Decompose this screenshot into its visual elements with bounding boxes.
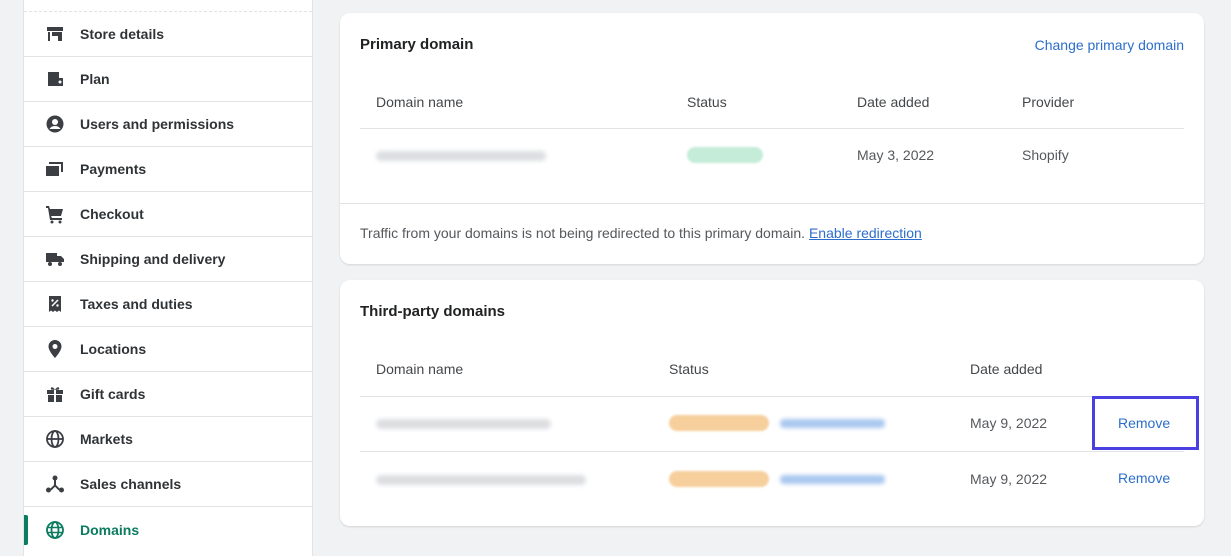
status-badge [669, 415, 769, 431]
user-icon [44, 113, 66, 135]
card-section-divider [340, 203, 1204, 204]
globe-icon [44, 428, 66, 450]
column-header-status: Status [669, 361, 709, 377]
card-title: Primary domain [360, 36, 474, 53]
sidebar-item-store-details[interactable]: Store details [24, 12, 313, 57]
cart-icon [44, 203, 66, 225]
truck-icon [44, 248, 66, 270]
sidebar-item-gift-cards[interactable]: Gift cards [24, 372, 313, 417]
sidebar-item-label: Locations [80, 341, 147, 357]
sidebar-item-label: Gift cards [80, 386, 146, 402]
column-header-date: Date added [857, 94, 930, 110]
sidebar-item-payments[interactable]: Payments [24, 147, 313, 192]
enable-redirection-link[interactable]: Enable redirection [809, 225, 922, 241]
sidebar-top-divider [24, 0, 312, 12]
sidebar-item-users[interactable]: Users and permissions [24, 102, 313, 147]
sidebar-item-plan[interactable]: Plan [24, 57, 313, 102]
sidebar-item-markets[interactable]: Markets [24, 417, 313, 462]
domain-name-redacted [376, 419, 551, 429]
sidebar-item-domains[interactable]: Domains [24, 507, 313, 552]
sidebar-item-taxes[interactable]: Taxes and duties [24, 282, 313, 327]
domain-name-redacted [376, 475, 586, 485]
sidebar-item-label: Payments [80, 161, 147, 177]
active-indicator [24, 515, 28, 545]
column-header-domain: Domain name [376, 94, 464, 110]
tax-icon [44, 293, 66, 315]
third-party-domains-card: Third-party domains Domain name Status D… [340, 280, 1204, 526]
sidebar-item-label: Users and permissions [80, 116, 235, 132]
sidebar-item-checkout[interactable]: Checkout [24, 192, 313, 237]
sidebar-item-label: Sales channels [80, 476, 182, 492]
table-divider [360, 128, 1184, 129]
sidebar-item-label: Domains [80, 521, 140, 538]
location-pin-icon [44, 338, 66, 360]
channels-icon [44, 473, 66, 495]
card-title: Third-party domains [360, 303, 506, 320]
redirection-notice: Traffic from your domains is not being r… [360, 225, 922, 241]
provider: Shopify [1022, 147, 1069, 163]
remove-button[interactable]: Remove [1118, 470, 1170, 486]
settings-sidebar: Store details Plan Users and permissions… [23, 0, 313, 556]
sidebar-item-label: Plan [80, 71, 110, 87]
date-added: May 9, 2022 [970, 415, 1048, 431]
redirection-notice-text: Traffic from your domains is not being r… [360, 225, 806, 241]
sidebar-item-label: Store details [80, 26, 165, 42]
domains-globe-icon [44, 519, 66, 541]
date-added: May 9, 2022 [970, 471, 1048, 487]
highlight-box [1092, 396, 1199, 450]
status-badge [669, 471, 769, 487]
table-divider [360, 451, 1184, 452]
sidebar-item-label: Taxes and duties [80, 296, 193, 312]
sidebar-item-label: Markets [80, 431, 133, 447]
sidebar-item-sales-channels[interactable]: Sales channels [24, 462, 313, 507]
column-header-domain: Domain name [376, 361, 464, 377]
retry-connection-link[interactable] [780, 419, 885, 428]
sidebar-item-label: Checkout [80, 206, 144, 222]
table-divider [360, 396, 1184, 397]
sidebar-item-shipping[interactable]: Shipping and delivery [24, 237, 313, 282]
payments-icon [44, 158, 66, 180]
store-icon [44, 23, 66, 45]
primary-domain-card: Primary domain Change primary domain Dom… [340, 13, 1204, 264]
gift-icon [44, 383, 66, 405]
retry-connection-link[interactable] [780, 475, 885, 484]
status-badge [687, 147, 763, 163]
date-added: May 3, 2022 [857, 147, 935, 163]
change-primary-domain-link[interactable]: Change primary domain [1035, 37, 1184, 53]
sidebar-item-locations[interactable]: Locations [24, 327, 313, 372]
plan-icon [44, 68, 66, 90]
column-header-status: Status [687, 94, 727, 110]
column-header-provider: Provider [1022, 94, 1075, 110]
sidebar-item-label: Shipping and delivery [80, 251, 226, 267]
column-header-date: Date added [970, 361, 1043, 377]
domain-name-redacted [376, 151, 546, 161]
